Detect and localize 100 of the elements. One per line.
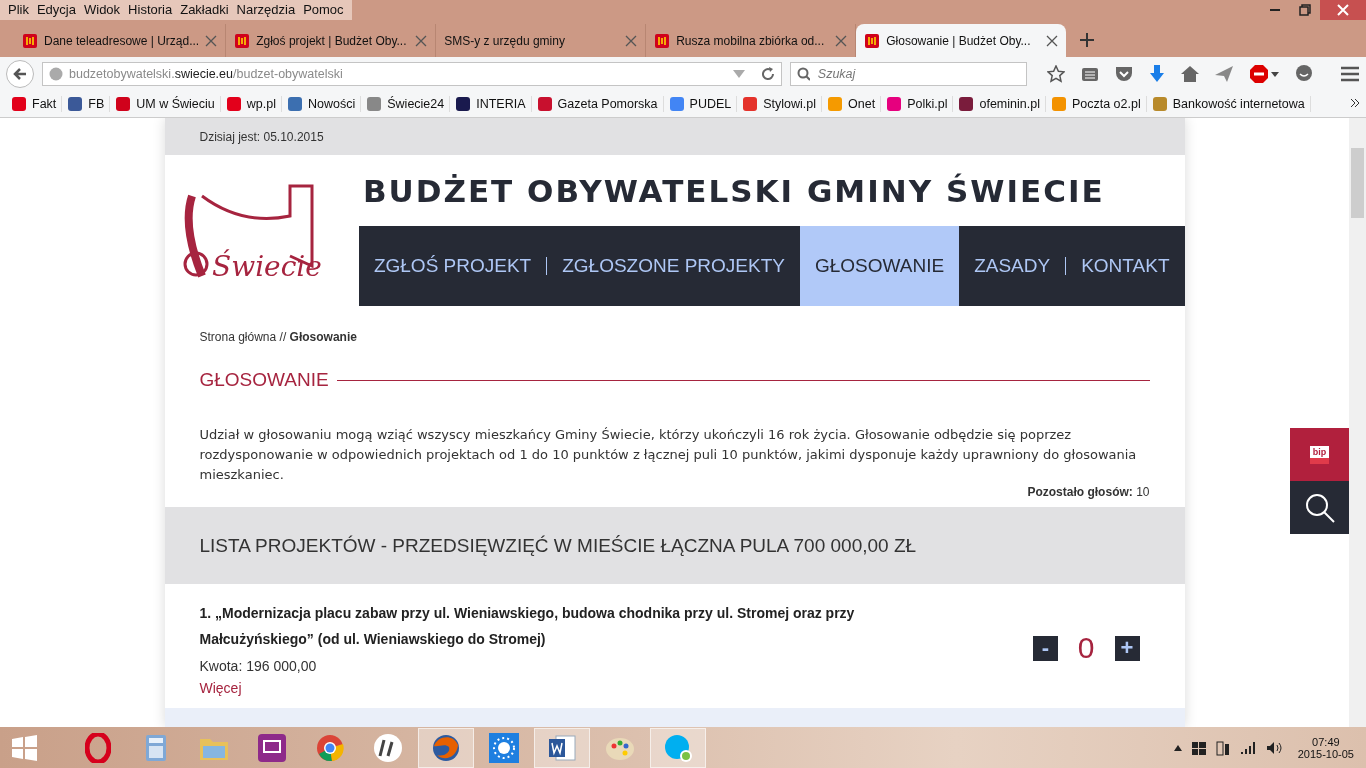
plus-button[interactable]: +	[1114, 635, 1140, 661]
reload-icon[interactable]	[761, 66, 775, 81]
adblock-icon[interactable]	[1249, 63, 1279, 84]
menu-item[interactable]: Plik	[4, 0, 33, 20]
send-icon[interactable]	[1215, 65, 1233, 82]
new-tab-icon[interactable]	[1080, 33, 1095, 47]
menu-item[interactable]: Pomoc	[299, 0, 348, 20]
bookmark-link[interactable]: INTERIA	[450, 95, 532, 112]
restore-icon	[1299, 4, 1311, 16]
nav-link[interactable]: ZASADY	[959, 226, 1066, 306]
project-amount: Kwota: 196 000,00	[199, 658, 318, 674]
bookmark-link[interactable]: wp.pl	[220, 95, 282, 112]
nav-link[interactable]: GŁOSOWANIE	[800, 226, 960, 306]
nav-link[interactable]: ZGŁOSZONE PROJEKTY	[547, 226, 800, 306]
menu-icon[interactable]	[1341, 65, 1359, 82]
bookmark-link[interactable]: Gazeta Pomorska	[531, 95, 664, 112]
site-icon	[366, 95, 383, 112]
signal-icon[interactable]	[1239, 740, 1256, 755]
bookmark-link[interactable]: Poczta o2.pl	[1045, 95, 1147, 112]
search-box[interactable]: Szukaj	[790, 61, 1027, 86]
speaker-icon[interactable]	[1265, 740, 1282, 755]
menu-item[interactable]: Edycja	[32, 0, 80, 20]
close-icon	[1337, 4, 1349, 16]
back-button[interactable]	[6, 59, 34, 88]
site-icon	[1151, 95, 1168, 112]
site-icon	[234, 32, 251, 49]
browser-tab[interactable]: Głosowanie | Budżet Oby...	[856, 24, 1067, 57]
close-icon[interactable]	[625, 34, 638, 47]
bip-button[interactable]: bip	[1290, 428, 1349, 481]
menu-item[interactable]: Narzędzia	[232, 0, 300, 20]
site-icon	[22, 32, 38, 49]
site-title: BUDŻET OBYWATELSKI GMINY ŚWIECIE	[361, 171, 1106, 211]
breadcrumb: Strona główna // Głosowanie	[199, 330, 358, 344]
chat-icon	[663, 732, 693, 763]
menu-item[interactable]: Widok	[80, 0, 125, 20]
site-icon	[115, 95, 132, 112]
close-button[interactable]	[1320, 0, 1366, 20]
site-icon	[11, 95, 27, 112]
address-field[interactable]: budzetobywatelski.swiecie.eu/budzet-obywatelski	[42, 61, 782, 86]
bookmark-link[interactable]: Bankowość internetowa	[1146, 95, 1311, 112]
clock[interactable]: 07:49 2015-10-05	[1297, 735, 1354, 760]
close-icon[interactable]	[205, 34, 218, 47]
windows-icon[interactable]	[1191, 740, 1206, 755]
site-icon	[1050, 95, 1067, 112]
logo-icon	[373, 732, 403, 763]
site-icon	[287, 95, 303, 112]
project-title: 1. „Modernizacja placu zabaw przy ul. Wieniawskiego, budowa chodnika przy ul. Stromej oraz przy Małcużyńskiego” (od ul. Wieniawskiego do Stromej)	[199, 604, 856, 649]
vote-count: 0	[1077, 631, 1095, 665]
menu-item[interactable]: Zakładki	[176, 0, 233, 20]
taskbar-app[interactable]	[418, 727, 474, 768]
intro-text: Udział w głosowaniu mogą wziąć wszyscy mieszkańcy Gminy Świecie, którzy ukończyli 16 rok życia. Głosowanie odbędzie się poprzez rozdysponowanie w odpowiednich projektach od 1 do 10 punktów z łącznej puli 10 punktów, jakimi dysponuje każdy uprawniony do głosowania mieszkaniec.	[199, 426, 1138, 484]
close-icon[interactable]	[835, 34, 848, 47]
site-icon	[67, 95, 84, 112]
bookmark-link[interactable]: UM w Świeciu	[110, 95, 221, 112]
calculator-icon	[144, 733, 168, 762]
bookmark-link[interactable]: Onet	[822, 95, 882, 112]
bookmark-link[interactable]: Polki.pl	[881, 95, 954, 112]
wheel-icon	[316, 733, 344, 762]
search-icon	[797, 66, 810, 81]
url-text: budzetobywatelski.swiecie.eu/budzet-obywatelski	[69, 66, 343, 81]
site-icon	[225, 95, 242, 112]
search-icon	[1303, 491, 1336, 524]
minimize-icon	[1270, 9, 1280, 11]
site-icon	[864, 32, 881, 49]
close-icon[interactable]	[1046, 34, 1059, 47]
site-icon	[742, 95, 759, 112]
chat-icon[interactable]	[1295, 64, 1313, 83]
more-link[interactable]: Więcej	[199, 680, 880, 696]
minus-button[interactable]: -	[1032, 635, 1058, 661]
close-icon[interactable]	[415, 34, 428, 47]
star-icon[interactable]	[1047, 64, 1065, 83]
bookmark-link[interactable]: Stylowi.pl	[737, 95, 823, 112]
bookmark-link[interactable]: Świecie24	[361, 95, 451, 112]
ring-icon	[85, 732, 111, 763]
date-text: Dzisiaj jest: 05.10.2015	[164, 118, 1185, 155]
bookmark-link[interactable]: FB	[62, 95, 111, 112]
bookmark-link[interactable]: PUDEL	[663, 95, 738, 112]
bookmark-link[interactable]: Nowości	[282, 95, 362, 112]
bookmark-link[interactable]: ofeminin.pl	[953, 95, 1046, 112]
section-title: LISTA PROJEKTÓW - PRZEDSIĘWZIĘĆ W MIEŚCIE ŁĄCZNA PULA 700 000,00 ZŁ	[164, 507, 1185, 584]
caret-icon[interactable]	[1173, 744, 1182, 751]
nav-link[interactable]: KONTAKT	[1066, 226, 1185, 306]
menu-item[interactable]: Historia	[124, 0, 177, 20]
search-button[interactable]	[1290, 481, 1349, 534]
remaining-votes: Pozostało głosów: 10	[1027, 485, 1150, 499]
pocket-icon[interactable]	[1115, 65, 1133, 82]
site-icon	[886, 95, 903, 112]
bookmark-link[interactable]: Fakt	[6, 95, 63, 112]
scrollbar[interactable]	[1349, 118, 1366, 727]
site-icon	[455, 95, 472, 112]
sun-icon	[489, 732, 519, 763]
nav-link[interactable]: ZGŁOŚ PROJEKT	[358, 226, 547, 306]
taskbar-app[interactable]	[534, 727, 590, 768]
home-icon[interactable]	[1181, 65, 1199, 82]
arrow-icon	[13, 66, 27, 81]
battery-icon[interactable]	[1215, 739, 1230, 756]
search-field[interactable]: Szukaj	[815, 65, 1020, 82]
site-icon	[536, 95, 553, 112]
document-icon	[547, 732, 577, 763]
download-icon[interactable]	[1149, 64, 1165, 83]
